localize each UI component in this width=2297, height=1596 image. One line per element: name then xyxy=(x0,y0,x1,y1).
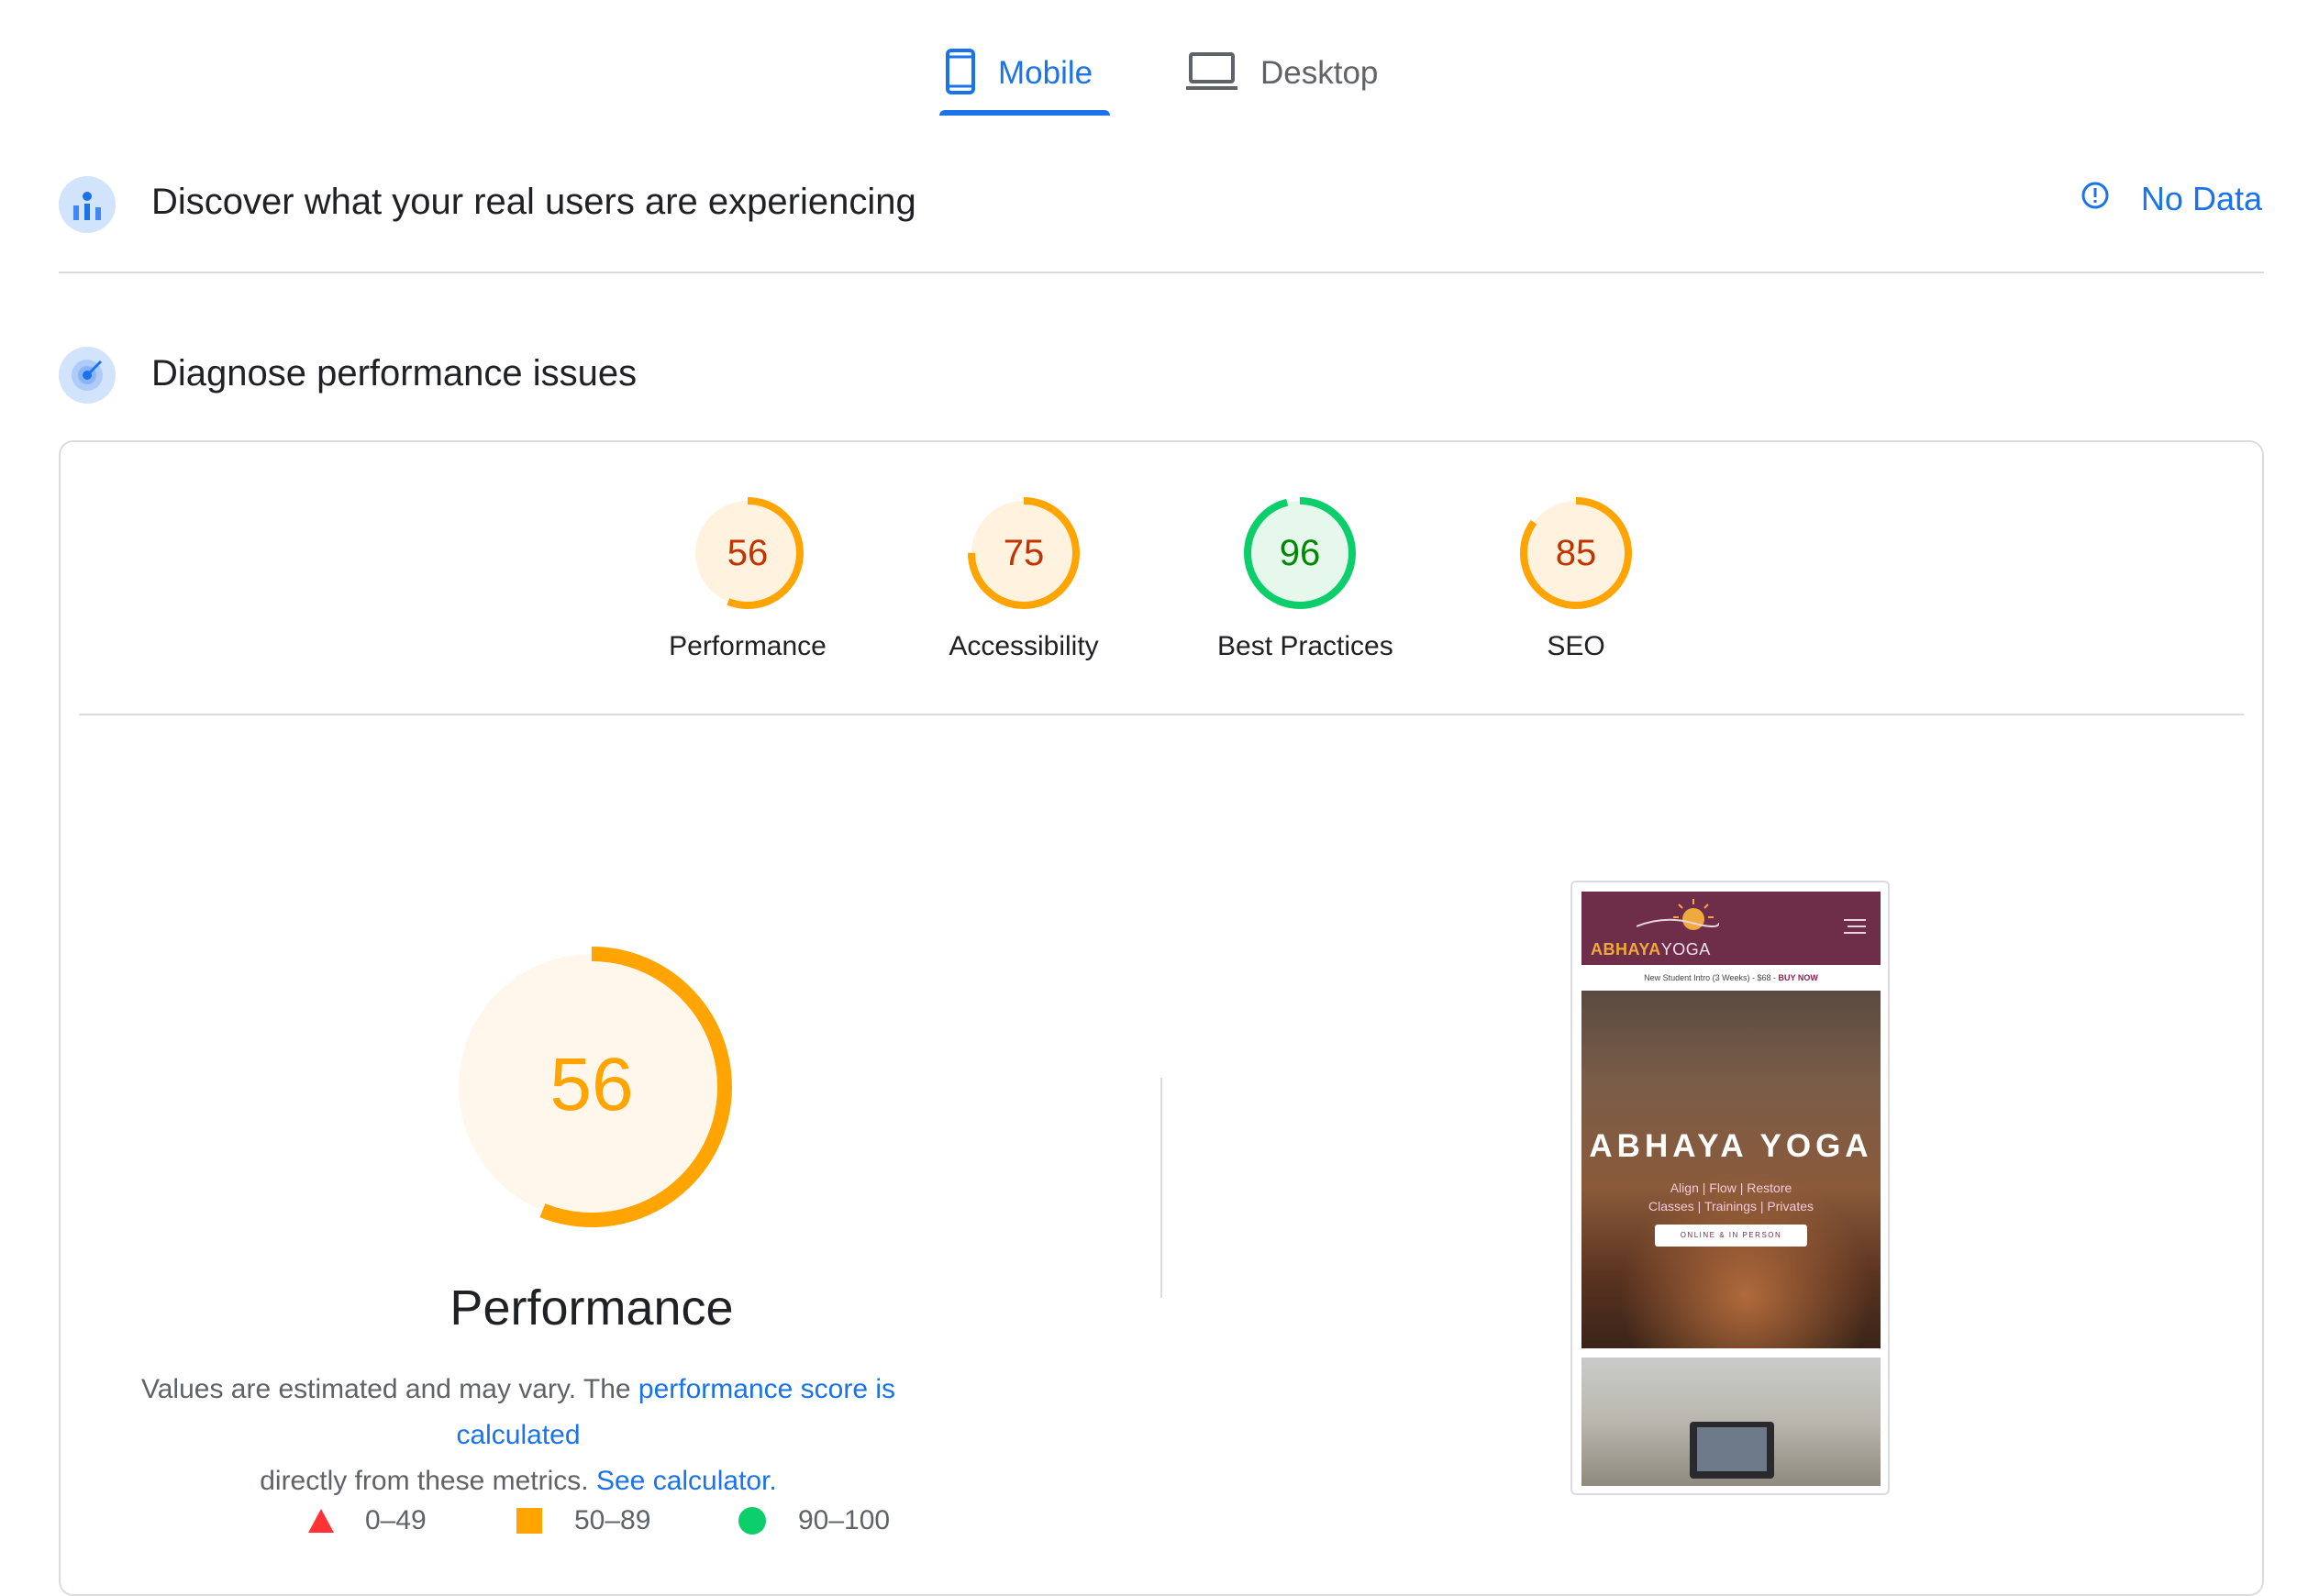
no-data-label: No Data xyxy=(2140,180,2262,217)
gauge-best-practices[interactable]: 96 Best Practices xyxy=(1217,495,1393,662)
performance-title: Performance xyxy=(449,1280,734,1336)
performance-big-score: 56 xyxy=(549,1043,633,1126)
svg-text:75: 75 xyxy=(1004,533,1045,573)
see-calculator-link[interactable]: See calculator. xyxy=(596,1466,777,1496)
tab-desktop[interactable]: Desktop xyxy=(1185,28,1378,119)
legend-average-label: 50–89 xyxy=(574,1505,651,1535)
laptop-icon xyxy=(1185,51,1238,96)
info-icon xyxy=(2081,180,2110,218)
seo-gauge-ring: 85 xyxy=(1520,497,1632,609)
active-tab-indicator xyxy=(939,110,1110,116)
section-divider xyxy=(59,272,2264,273)
orange-square-icon xyxy=(516,1508,542,1534)
tab-mobile[interactable]: Mobile xyxy=(945,28,1093,119)
gauge-performance-label: Performance xyxy=(669,631,827,661)
performance-gauge-ring: 56 xyxy=(692,497,804,609)
page-screenshot[interactable]: ABHAYAYOGA New Student Intro (3 Weeks) -… xyxy=(1570,881,1890,1495)
legend-pass: 90–100 xyxy=(738,1502,890,1539)
screenshot-hero: ABHAYA YOGA Align | Flow | Restore Classe… xyxy=(1581,991,1881,1348)
svg-text:56: 56 xyxy=(727,533,769,573)
tab-desktop-label: Desktop xyxy=(1260,55,1379,91)
accessibility-gauge-ring: 75 xyxy=(968,497,1080,609)
legend-fail: 0–49 xyxy=(306,1502,427,1539)
sunrise-logo-icon xyxy=(1637,899,1719,930)
screenshot-bottom-image xyxy=(1581,1358,1881,1486)
tab-mobile-label: Mobile xyxy=(998,55,1093,91)
gauge-seo-label: SEO xyxy=(1547,631,1605,661)
diagnose-title: Diagnose performance issues xyxy=(151,353,638,393)
screenshot-hero-subtitle: Align | Flow | Restore Classes | Training… xyxy=(1648,1180,1814,1214)
legend-average: 50–89 xyxy=(516,1502,650,1539)
gauges-divider xyxy=(79,714,2244,715)
diagnose-gauge-icon xyxy=(59,347,116,404)
field-data-title: Discover what your real users are experi… xyxy=(151,182,916,222)
performance-big-gauge: 56 xyxy=(451,947,732,1227)
best-practices-gauge-ring: 96 xyxy=(1244,497,1356,609)
screenshot-brand: ABHAYAYOGA xyxy=(1591,940,1711,959)
screenshot-hero-button: ONLINE & IN PERSON xyxy=(1655,1225,1807,1247)
desc-middle: directly from these metrics. xyxy=(260,1466,596,1496)
performance-description: Values are estimated and may vary. The p… xyxy=(119,1367,917,1504)
gauge-seo[interactable]: 85 SEO xyxy=(1493,495,1659,662)
desc-prefix: Values are estimated and may vary. The xyxy=(140,1374,638,1404)
legend-pass-label: 90–100 xyxy=(798,1505,891,1535)
svg-text:85: 85 xyxy=(1556,533,1597,573)
svg-text:96: 96 xyxy=(1280,533,1321,573)
gauge-performance[interactable]: 56 Performance xyxy=(665,495,830,662)
screenshot-header: ABHAYAYOGA xyxy=(1581,892,1881,965)
no-data-link[interactable]: No Data xyxy=(2081,180,2262,218)
screenshot-promo: New Student Intro (3 Weeks) - $68 - BUY … xyxy=(1644,973,1818,982)
users-chart-icon xyxy=(59,176,116,233)
red-triangle-icon xyxy=(308,1509,334,1533)
hamburger-menu-icon xyxy=(1844,919,1866,934)
vertical-divider xyxy=(1160,1078,1162,1298)
gauge-best-practices-label: Best Practices xyxy=(1217,631,1393,661)
gauge-accessibility-label: Accessibility xyxy=(949,631,1099,661)
screenshot-hero-title: ABHAYA YOGA xyxy=(1589,1128,1873,1164)
green-circle-icon xyxy=(738,1507,766,1535)
legend-fail-label: 0–49 xyxy=(365,1505,427,1535)
mobile-phone-icon xyxy=(945,48,976,100)
gauge-accessibility[interactable]: 75 Accessibility xyxy=(941,495,1106,662)
